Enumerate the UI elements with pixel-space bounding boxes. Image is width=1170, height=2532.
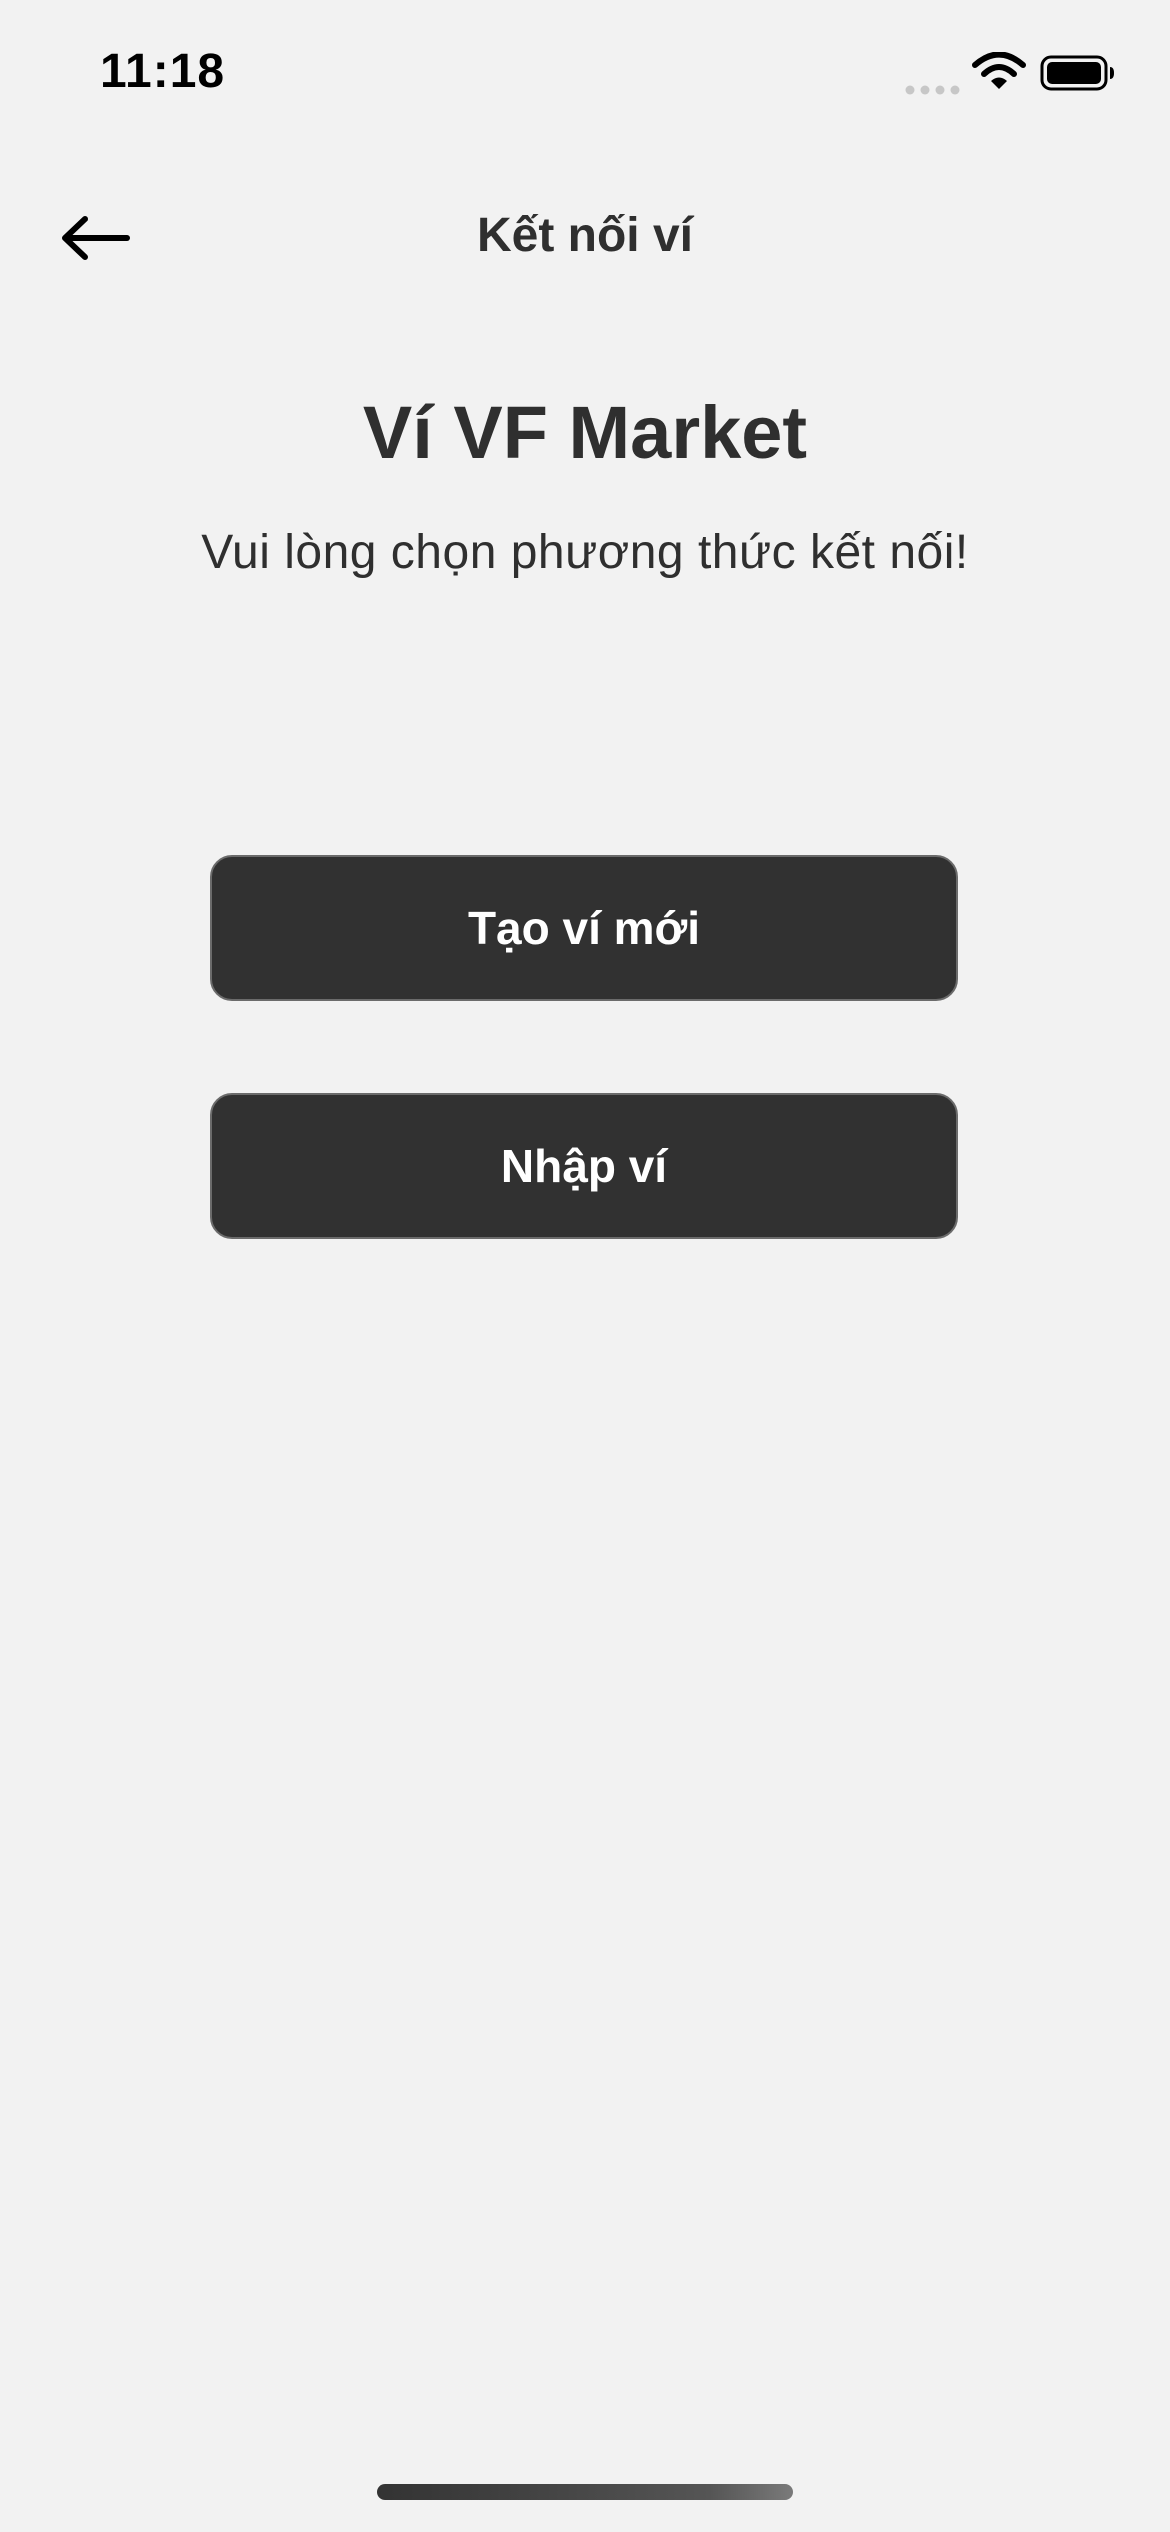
wallet-heading: Ví VF Market: [362, 391, 808, 474]
wallet-subtitle: Vui lòng chọn phương thức kết nối!: [201, 526, 969, 579]
home-indicator[interactable]: [377, 2484, 793, 2500]
create-wallet-button[interactable]: Tạo ví mới: [210, 855, 958, 1001]
cellular-signal-icon: [905, 82, 961, 100]
status-bar: 11:18: [0, 0, 1170, 140]
import-wallet-label: Nhập ví: [500, 1140, 668, 1192]
battery-icon: [1040, 55, 1116, 96]
import-wallet-button[interactable]: Nhập ví: [210, 1093, 958, 1239]
status-time: 11:18: [100, 45, 226, 98]
page-title: Kết nối ví: [476, 209, 694, 262]
create-wallet-label: Tạo ví mới: [467, 902, 701, 954]
wifi-icon: [972, 51, 1026, 97]
nav-bar: Kết nối ví: [0, 190, 1170, 290]
